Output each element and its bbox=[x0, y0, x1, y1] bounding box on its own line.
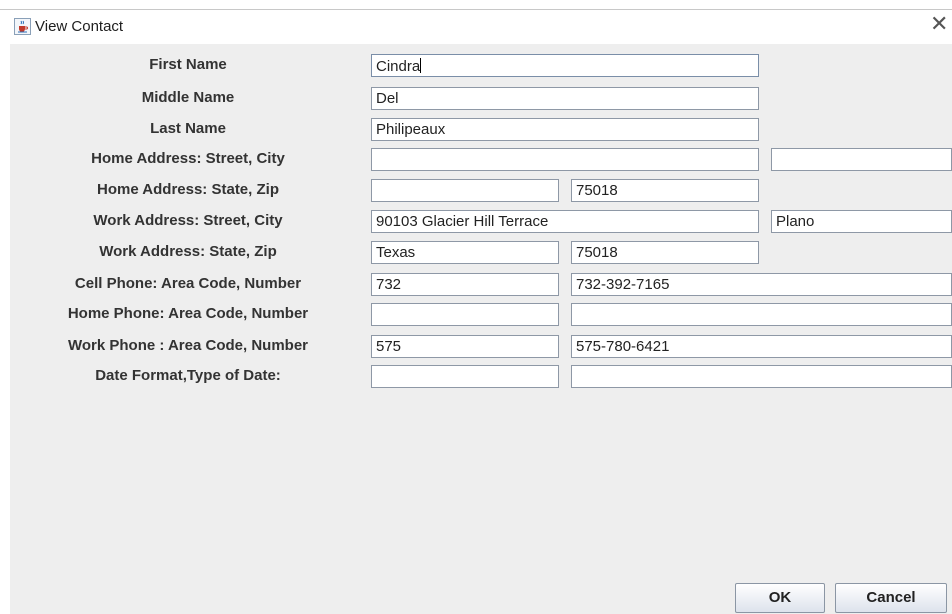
cell-area-code-field[interactable]: 732 bbox=[371, 273, 559, 296]
middle-name-field[interactable]: Del bbox=[371, 87, 759, 110]
home-state-zip-label: Home Address: State, Zip bbox=[97, 181, 279, 198]
first-name-field[interactable]: Cindra bbox=[371, 54, 759, 77]
home-number-field[interactable] bbox=[571, 303, 952, 326]
cell-number-field[interactable]: 732-392-7165 bbox=[571, 273, 952, 296]
close-icon[interactable]: ✕ bbox=[930, 12, 948, 36]
work-area-code-field[interactable]: 575 bbox=[371, 335, 559, 358]
cancel-button[interactable]: Cancel bbox=[835, 583, 947, 613]
cell-phone-label: Cell Phone: Area Code, Number bbox=[74, 275, 302, 292]
date-type-field[interactable] bbox=[571, 365, 952, 388]
home-street-field[interactable] bbox=[371, 148, 759, 171]
home-state-field[interactable] bbox=[371, 179, 559, 202]
work-state-field[interactable]: Texas bbox=[371, 241, 559, 264]
date-format-label: Date Format,Type of Date: bbox=[95, 367, 281, 384]
last-name-field[interactable]: Philipeaux bbox=[371, 118, 759, 141]
home-city-field[interactable] bbox=[771, 148, 952, 171]
work-phone-label: Work Phone : Area Code, Number bbox=[67, 337, 309, 354]
work-zip-field[interactable]: 75018 bbox=[571, 241, 759, 264]
work-state-zip-label: Work Address: State, Zip bbox=[99, 243, 277, 260]
middle-name-label: Middle Name bbox=[141, 89, 235, 106]
work-number-field[interactable]: 575-780-6421 bbox=[571, 335, 952, 358]
home-area-code-field[interactable] bbox=[371, 303, 559, 326]
work-street-city-label: Work Address: Street, City bbox=[93, 212, 283, 229]
title-bar: View Contact ✕ bbox=[0, 10, 952, 44]
window-title: View Contact bbox=[35, 18, 124, 35]
date-format-field[interactable] bbox=[371, 365, 559, 388]
work-street-field[interactable]: 90103 Glacier Hill Terrace bbox=[371, 210, 759, 233]
work-city-field[interactable]: Plano bbox=[771, 210, 952, 233]
ok-button[interactable]: OK bbox=[735, 583, 825, 613]
contact-form-panel: First Name Cindra Middle Name Del Last N… bbox=[10, 44, 952, 614]
last-name-label: Last Name bbox=[150, 120, 226, 137]
java-cup-icon bbox=[14, 18, 31, 35]
home-street-city-label: Home Address: Street, City bbox=[91, 150, 285, 167]
home-zip-field[interactable]: 75018 bbox=[571, 179, 759, 202]
text-caret bbox=[420, 58, 422, 73]
first-name-label: First Name bbox=[149, 56, 227, 73]
home-phone-label: Home Phone: Area Code, Number bbox=[67, 305, 309, 322]
